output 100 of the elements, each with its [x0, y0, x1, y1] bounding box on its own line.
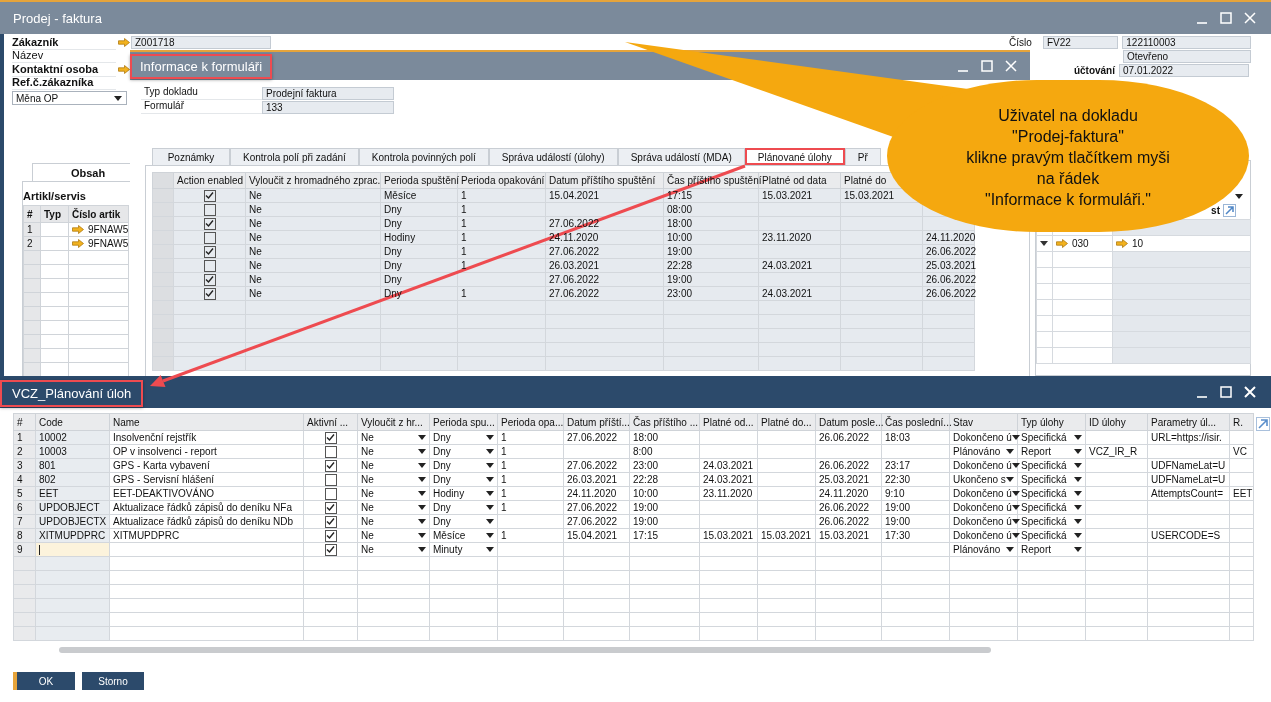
checkbox[interactable]: [203, 231, 216, 244]
column-header: Perioda spuštění: [384, 175, 460, 186]
form-field: 133: [262, 100, 394, 114]
table-cell: 1: [461, 246, 467, 257]
field-label: Formulář: [141, 100, 262, 114]
table-cell: Měsíce: [384, 190, 417, 201]
table-cell: 24.03.2021: [762, 260, 813, 271]
table-cell: Ne: [249, 288, 262, 299]
table-cell: 1: [461, 288, 467, 299]
item-code: 9FNAW5: [88, 223, 129, 235]
row-link[interactable]: 10: [1116, 237, 1144, 249]
column-header: Datum příští...: [563, 413, 630, 431]
column-header: Platné do: [844, 175, 887, 186]
table-cell: 15.04.2021: [549, 190, 600, 201]
table-cell: Dny: [384, 260, 402, 271]
customer-field[interactable]: Z001718: [131, 36, 271, 50]
checkbox[interactable]: [203, 245, 216, 258]
table-cell: 24.11.2020: [549, 232, 599, 243]
maximize-icon[interactable]: [1220, 386, 1232, 398]
table-cell: Dny: [384, 204, 402, 215]
expand-icon[interactable]: [1223, 204, 1236, 217]
checkbox[interactable]: [324, 431, 337, 444]
table-cell: Dny: [384, 218, 402, 229]
table-cell: 1: [461, 204, 467, 215]
callout-text: Uživatel na dokladu "Prodej-faktura" klikne pravým tlačítkem myši na řádek "Informace k formuláři.": [966, 106, 1170, 210]
table-cell: 25.03.2021: [926, 260, 977, 271]
column-header: Perioda opakování: [461, 175, 545, 186]
table-cell: Ne: [249, 232, 262, 243]
field-label: st: [1211, 205, 1220, 216]
checkbox[interactable]: [324, 515, 337, 528]
checkbox[interactable]: [203, 203, 216, 216]
table-cell: 23.11.2020: [762, 232, 812, 243]
arrow-right-icon[interactable]: [117, 65, 130, 75]
column-header: Platné do...: [757, 413, 816, 431]
table-cell: 18:00: [667, 218, 693, 229]
tab[interactable]: Kontrola polí při zadání: [230, 148, 359, 165]
document-field[interactable]: Otevřeno: [1123, 49, 1251, 63]
arrow-right-icon[interactable]: [72, 238, 84, 248]
tab[interactable]: Správa událostí (MDA): [617, 148, 745, 165]
checkbox[interactable]: [324, 501, 337, 514]
column-header: Vyloučit z hr...: [357, 413, 430, 431]
column-header: Aktivní ...: [303, 413, 358, 431]
dialog-button[interactable]: Storno: [82, 672, 144, 690]
column-header: Perioda spu...: [429, 413, 498, 431]
arrow-right-icon[interactable]: [1056, 238, 1068, 248]
column-header: Typ úlohy: [1017, 413, 1086, 431]
table-cell: Ne: [249, 204, 262, 215]
column-header: Datum posle...: [815, 413, 882, 431]
horizontal-scrollbar[interactable]: [59, 647, 991, 653]
checkbox[interactable]: [203, 273, 216, 286]
table-cell: Hodiny: [384, 232, 416, 243]
checkbox[interactable]: [203, 287, 216, 300]
column-header: R.: [1229, 413, 1254, 431]
table-cell: 15.03.2021: [844, 190, 895, 201]
table-cell: Ne: [249, 246, 262, 257]
table-cell: 1: [461, 232, 467, 243]
checkbox[interactable]: [203, 217, 216, 230]
field-label: Název: [12, 49, 116, 64]
column-header: #: [13, 413, 36, 431]
table-cell: 26.06.2022: [926, 288, 977, 299]
tab[interactable]: Př: [844, 148, 881, 165]
table-cell: 26.03.2021: [549, 260, 600, 271]
tab[interactable]: Plánované úlohy: [744, 148, 845, 165]
column-header: Platné od...: [699, 413, 758, 431]
table-cell: Ne: [249, 260, 262, 271]
checkbox[interactable]: [324, 459, 337, 472]
field-label: Ref.č.zákazníka: [12, 76, 116, 91]
currency-dropdown[interactable]: Měna OP: [12, 91, 127, 105]
checkbox[interactable]: [324, 473, 337, 486]
dialog-button[interactable]: OK: [13, 672, 75, 690]
document-field[interactable]: 122110003: [1122, 35, 1251, 49]
document-field[interactable]: 07.01.2022: [1119, 63, 1249, 77]
table-cell: Ne: [249, 274, 262, 285]
section-title: Artikl/servis: [23, 190, 86, 202]
table-cell: 08:00: [667, 204, 693, 215]
tab[interactable]: Správa událostí (úlohy): [488, 148, 618, 165]
column-header: Datum příštího spuštění: [549, 175, 656, 186]
column-header: Vyloučit z hromadného zprac.: [249, 175, 381, 186]
column-header: Perioda opa...: [497, 413, 564, 431]
close-icon[interactable]: [1244, 386, 1256, 398]
arrow-right-icon[interactable]: [1116, 238, 1128, 248]
column-header: Typ: [40, 205, 69, 223]
column-header: Čas příštího ...: [629, 413, 700, 431]
form-field: Prodejní faktura: [262, 86, 394, 100]
tab[interactable]: Poznámky: [152, 148, 230, 165]
checkbox[interactable]: [203, 259, 216, 272]
checkbox[interactable]: [324, 487, 337, 500]
field-label: Kontaktní osoba: [12, 62, 116, 77]
document-field[interactable]: FV22: [1043, 35, 1119, 49]
arrow-right-icon[interactable]: [117, 38, 130, 48]
expand-icon[interactable]: [1256, 417, 1270, 431]
checkbox[interactable]: [203, 189, 216, 202]
table-cell: Ne: [249, 190, 262, 201]
checkbox[interactable]: [324, 543, 337, 556]
arrow-right-icon[interactable]: [72, 224, 84, 234]
tab[interactable]: Kontrola povinných polí: [358, 148, 489, 165]
expand-triangle-icon[interactable]: [1040, 241, 1048, 246]
table-cell: 17:15: [667, 190, 693, 201]
checkbox[interactable]: [324, 445, 337, 458]
checkbox[interactable]: [324, 529, 337, 542]
